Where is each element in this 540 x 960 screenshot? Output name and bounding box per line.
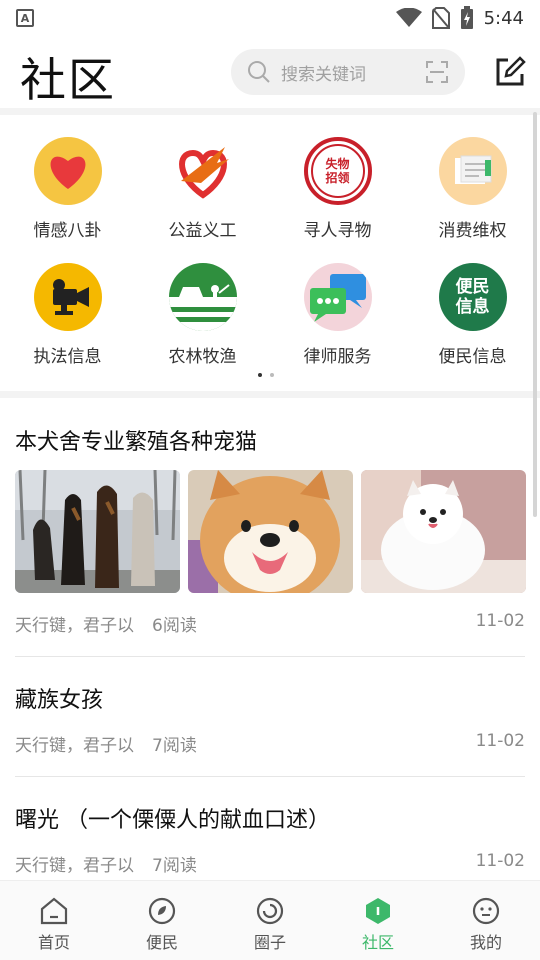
notification-icon: A — [16, 9, 34, 27]
scan-icon[interactable] — [425, 60, 449, 84]
header: 社区 搜索关键词 — [0, 40, 540, 108]
category-lost-found[interactable]: 失物招领 寻人寻物 — [270, 137, 405, 262]
category-consumer-rights[interactable]: 消费维权 — [405, 137, 540, 262]
category-convenience[interactable]: 便民 信息 便民信息 — [405, 263, 540, 388]
nav-circle[interactable]: 圈子 — [216, 881, 324, 960]
post-image-pomeranian[interactable] — [361, 470, 526, 593]
post-date: 11-02 — [475, 611, 525, 631]
category-grid: 情感八卦 公益义工 失物招领 寻人寻物 消费维权 执法信息 农林牧渔 律师服务 … — [0, 115, 540, 391]
search-input[interactable]: 搜索关键词 — [231, 49, 465, 95]
farm-icon — [168, 263, 237, 331]
status-time: 5:44 — [483, 7, 524, 29]
category-emotion[interactable]: 情感八卦 — [0, 137, 135, 262]
post-author: 天行键，君子以 — [15, 736, 134, 756]
video-camera-icon — [33, 263, 102, 331]
nav-label: 便民 — [145, 933, 178, 952]
post-image-shiba[interactable] — [188, 470, 353, 593]
category-lawyer[interactable]: 律师服务 — [270, 263, 405, 388]
heart-icon — [33, 137, 102, 205]
post-reads: 6阅读 — [152, 616, 197, 636]
scrollbar[interactable] — [533, 112, 537, 517]
chat-bubbles-icon — [303, 263, 372, 331]
post-title[interactable]: 曙光 （一个傈僳人的献血口述） — [15, 802, 330, 834]
lost-found-icon: 失物招领 — [303, 137, 372, 205]
page-title: 社区 — [20, 53, 116, 107]
search-placeholder: 搜索关键词 — [281, 64, 366, 85]
post-separator — [15, 776, 525, 777]
section-divider — [0, 391, 540, 398]
home-icon — [40, 897, 68, 925]
battery-charging-icon — [460, 6, 473, 29]
post-date: 11-02 — [475, 851, 525, 871]
post-reads: 7阅读 — [152, 736, 197, 756]
post-meta: 天行键，君子以 6阅读 — [15, 611, 197, 636]
post-reads: 7阅读 — [152, 856, 197, 876]
category-label: 律师服务 — [303, 347, 372, 367]
post-meta: 天行键，君子以 7阅读 — [15, 731, 197, 756]
nav-community[interactable]: 社区 — [324, 881, 432, 960]
post-author: 天行键，君子以 — [15, 856, 134, 876]
convenience-icon-text-1: 便民 — [455, 277, 490, 297]
category-label: 情感八卦 — [33, 221, 102, 241]
post-author: 天行键，君子以 — [15, 616, 134, 636]
convenience-icon-text-2: 信息 — [455, 297, 490, 317]
category-label: 消费维权 — [438, 221, 507, 241]
community-icon — [366, 898, 390, 924]
search-icon — [248, 61, 270, 83]
lost-found-icon-text: 失物招领 — [325, 157, 350, 185]
nav-label: 我的 — [469, 933, 502, 952]
post-image-dogs[interactable] — [15, 470, 180, 593]
nav-label: 首页 — [37, 933, 70, 952]
post-date: 11-02 — [475, 731, 525, 751]
wifi-icon — [395, 8, 422, 27]
post-title[interactable]: 藏族女孩 — [15, 682, 103, 714]
category-label: 便民信息 — [438, 347, 507, 367]
nav-home[interactable]: 首页 — [0, 881, 108, 960]
post-meta: 天行键，君子以 7阅读 — [15, 851, 197, 876]
page-dot — [270, 373, 274, 377]
header-divider — [0, 108, 540, 115]
page-dot-active — [258, 373, 262, 377]
circle-icon — [256, 897, 284, 925]
nav-convenience[interactable]: 便民 — [108, 881, 216, 960]
bottom-nav: 首页 便民 圈子 社区 我的 — [0, 880, 540, 960]
category-law-enforcement[interactable]: 执法信息 — [0, 263, 135, 388]
category-label: 农林牧渔 — [168, 347, 237, 367]
category-agriculture[interactable]: 农林牧渔 — [135, 263, 270, 388]
convenience-nav-icon — [148, 897, 176, 925]
category-label: 公益义工 — [168, 221, 237, 241]
charity-icon — [168, 137, 237, 205]
consumer-rights-icon — [438, 137, 507, 205]
convenience-icon: 便民 信息 — [438, 263, 507, 331]
page-indicator — [258, 373, 274, 377]
nav-label: 圈子 — [253, 933, 286, 952]
category-label: 寻人寻物 — [303, 221, 372, 241]
nav-profile[interactable]: 我的 — [432, 881, 540, 960]
profile-icon — [472, 897, 500, 925]
nav-label: 社区 — [361, 933, 394, 952]
post-title[interactable]: 本犬舍专业繁殖各种宠猫 — [15, 424, 257, 456]
post-separator — [15, 656, 525, 657]
status-bar: A 5:44 — [0, 0, 540, 36]
compose-icon[interactable] — [494, 56, 526, 88]
category-charity[interactable]: 公益义工 — [135, 137, 270, 262]
category-label: 执法信息 — [33, 347, 102, 367]
no-sim-icon — [431, 7, 450, 29]
